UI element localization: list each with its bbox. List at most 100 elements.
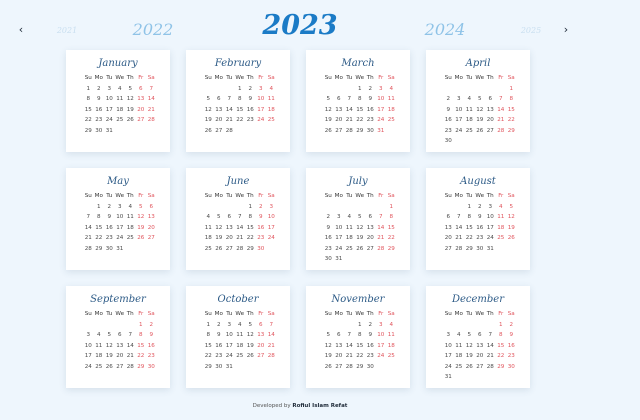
day-cell[interactable]: 16 (365, 341, 376, 352)
day-cell[interactable]: 22 (94, 233, 105, 244)
day-cell[interactable]: 9 (365, 94, 376, 105)
day-cell[interactable]: 28 (344, 126, 355, 137)
day-cell[interactable]: 29 (355, 126, 366, 137)
day-cell[interactable]: 6 (443, 212, 454, 223)
day-cell[interactable]: 8 (464, 212, 475, 223)
day-cell[interactable]: 24 (376, 351, 387, 362)
day-cell[interactable]: 10 (376, 94, 387, 105)
day-cell[interactable]: 24 (376, 115, 387, 126)
day-cell[interactable]: 28 (224, 126, 235, 137)
day-cell[interactable]: 11 (496, 212, 507, 223)
day-cell[interactable]: 6 (214, 94, 225, 105)
day-cell[interactable]: 8 (245, 212, 256, 223)
day-cell[interactable]: 25 (203, 244, 214, 255)
day-cell[interactable]: 4 (266, 84, 277, 95)
day-cell[interactable]: 18 (464, 115, 475, 126)
day-cell[interactable]: 6 (256, 320, 267, 331)
day-cell[interactable]: 18 (125, 223, 136, 234)
day-cell[interactable]: 20 (146, 223, 157, 234)
day-cell[interactable]: 12 (136, 212, 147, 223)
day-cell[interactable]: 15 (506, 105, 517, 116)
day-cell[interactable]: 7 (83, 212, 94, 223)
day-cell[interactable]: 20 (334, 351, 345, 362)
day-cell[interactable]: 26 (125, 115, 136, 126)
day-cell[interactable]: 13 (475, 341, 486, 352)
day-cell[interactable]: 13 (256, 330, 267, 341)
day-cell[interactable]: 22 (203, 351, 214, 362)
day-cell[interactable]: 11 (386, 330, 397, 341)
day-cell[interactable]: 27 (334, 362, 345, 373)
day-cell[interactable]: 5 (125, 84, 136, 95)
day-cell[interactable]: 15 (235, 105, 246, 116)
day-cell[interactable]: 11 (115, 94, 126, 105)
day-cell[interactable]: 15 (386, 223, 397, 234)
day-cell[interactable]: 17 (115, 223, 126, 234)
day-cell[interactable]: 13 (136, 94, 147, 105)
day-cell[interactable]: 17 (443, 351, 454, 362)
day-cell[interactable]: 3 (224, 320, 235, 331)
day-cell[interactable]: 25 (344, 244, 355, 255)
day-cell[interactable]: 15 (464, 223, 475, 234)
prev-year-button[interactable]: ‹ (14, 22, 28, 38)
day-cell[interactable]: 19 (464, 351, 475, 362)
year-next[interactable]: 2024 (420, 20, 470, 39)
day-cell[interactable]: 4 (115, 84, 126, 95)
day-cell[interactable]: 30 (443, 136, 454, 147)
day-cell[interactable]: 9 (443, 105, 454, 116)
day-cell[interactable]: 19 (475, 115, 486, 126)
day-cell[interactable]: 27 (334, 126, 345, 137)
day-cell[interactable]: 19 (245, 341, 256, 352)
day-cell[interactable]: 12 (203, 105, 214, 116)
day-cell[interactable]: 23 (506, 351, 517, 362)
day-cell[interactable]: 14 (496, 105, 507, 116)
day-cell[interactable]: 13 (115, 341, 126, 352)
day-cell[interactable]: 29 (245, 244, 256, 255)
day-cell[interactable]: 14 (146, 94, 157, 105)
day-cell[interactable]: 26 (355, 244, 366, 255)
day-cell[interactable]: 1 (386, 202, 397, 213)
day-cell[interactable]: 13 (443, 223, 454, 234)
day-cell[interactable]: 21 (485, 351, 496, 362)
day-cell[interactable]: 5 (355, 212, 366, 223)
day-cell[interactable]: 16 (146, 341, 157, 352)
day-cell[interactable]: 1 (136, 320, 147, 331)
day-cell[interactable]: 14 (266, 330, 277, 341)
day-cell[interactable]: 21 (344, 115, 355, 126)
day-cell[interactable]: 25 (235, 351, 246, 362)
day-cell[interactable]: 6 (115, 330, 126, 341)
day-cell[interactable]: 3 (376, 84, 387, 95)
day-cell[interactable]: 24 (83, 362, 94, 373)
day-cell[interactable]: 18 (496, 223, 507, 234)
day-cell[interactable]: 1 (496, 320, 507, 331)
day-cell[interactable]: 17 (454, 115, 465, 126)
day-cell[interactable]: 15 (355, 341, 366, 352)
day-cell[interactable]: 5 (323, 94, 334, 105)
day-cell[interactable]: 8 (94, 212, 105, 223)
day-cell[interactable]: 7 (266, 320, 277, 331)
day-cell[interactable]: 13 (334, 105, 345, 116)
day-cell[interactable]: 16 (443, 115, 454, 126)
day-cell[interactable]: 5 (214, 212, 225, 223)
day-cell[interactable]: 31 (224, 362, 235, 373)
day-cell[interactable]: 23 (256, 233, 267, 244)
day-cell[interactable]: 12 (464, 341, 475, 352)
day-cell[interactable]: 16 (475, 223, 486, 234)
day-cell[interactable]: 8 (506, 94, 517, 105)
day-cell[interactable]: 11 (235, 330, 246, 341)
day-cell[interactable]: 10 (83, 341, 94, 352)
day-cell[interactable]: 19 (125, 105, 136, 116)
day-cell[interactable]: 10 (256, 94, 267, 105)
day-cell[interactable]: 2 (475, 202, 486, 213)
day-cell[interactable]: 21 (454, 233, 465, 244)
day-cell[interactable]: 25 (125, 233, 136, 244)
day-cell[interactable]: 25 (496, 233, 507, 244)
day-cell[interactable]: 1 (245, 202, 256, 213)
day-cell[interactable]: 28 (344, 362, 355, 373)
day-cell[interactable]: 20 (214, 115, 225, 126)
day-cell[interactable]: 13 (214, 105, 225, 116)
next-year-button[interactable]: › (559, 22, 573, 38)
day-cell[interactable]: 20 (365, 233, 376, 244)
day-cell[interactable]: 15 (83, 105, 94, 116)
day-cell[interactable]: 22 (355, 351, 366, 362)
day-cell[interactable]: 22 (496, 351, 507, 362)
